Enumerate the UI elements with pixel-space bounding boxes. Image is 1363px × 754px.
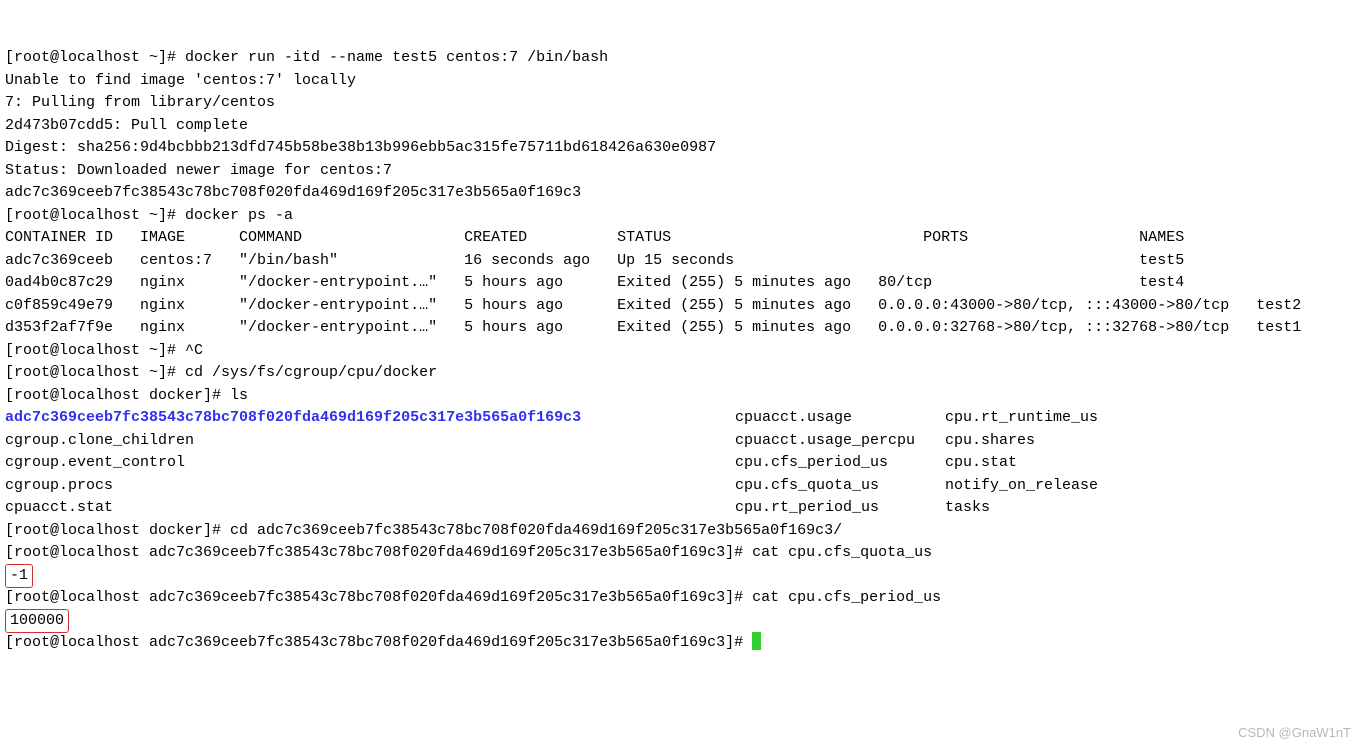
highlighted-value-period: 100000 bbox=[5, 609, 69, 634]
prompt: [root@localhost ~]# bbox=[5, 342, 185, 359]
output-digest: Digest: sha256:9d4bcbbb213dfd745b58be38b… bbox=[5, 139, 716, 156]
ps-row: d353f2af7f9e nginx "/docker-entrypoint.…… bbox=[5, 319, 1301, 336]
ls-file: cgroup.procs bbox=[5, 475, 735, 498]
command-ls: ls bbox=[230, 387, 248, 404]
prompt: [root@localhost docker]# bbox=[5, 387, 230, 404]
prompt: [root@localhost ~]# bbox=[5, 49, 185, 66]
prompt: [root@localhost adc7c369ceeb7fc38543c78b… bbox=[5, 589, 752, 606]
output-container-id: adc7c369ceeb7fc38543c78bc708f020fda469d1… bbox=[5, 184, 581, 201]
output-no-image: Unable to find image 'centos:7' locally bbox=[5, 72, 356, 89]
command-cd-cgroup: cd /sys/fs/cgroup/cpu/docker bbox=[185, 364, 437, 381]
ps-row: adc7c369ceeb centos:7 "/bin/bash" 16 sec… bbox=[5, 252, 1184, 269]
prompt: [root@localhost adc7c369ceeb7fc38543c78b… bbox=[5, 634, 752, 651]
ps-header: CONTAINER ID IMAGE COMMAND CREATED STATU… bbox=[5, 229, 1184, 246]
ls-file: cgroup.clone_children bbox=[5, 430, 735, 453]
watermark-text: CSDN @GnaW1nT bbox=[1238, 722, 1351, 745]
ls-file: cpu.rt_runtime_us bbox=[945, 407, 1098, 430]
ls-file: cpu.rt_period_us bbox=[735, 497, 945, 520]
prompt: [root@localhost ~]# bbox=[5, 207, 185, 224]
ls-directory-link: adc7c369ceeb7fc38543c78bc708f020fda469d1… bbox=[5, 407, 735, 430]
highlighted-value-quota: -1 bbox=[5, 564, 33, 589]
output-pull-from: 7: Pulling from library/centos bbox=[5, 94, 275, 111]
output-pull-layer: 2d473b07cdd5: Pull complete bbox=[5, 117, 248, 134]
command-cat-period: cat cpu.cfs_period_us bbox=[752, 589, 941, 606]
ls-file: cpuacct.stat bbox=[5, 497, 735, 520]
ls-output: adc7c369ceeb7fc38543c78bc708f020fda469d1… bbox=[5, 407, 1098, 520]
ls-file: cpu.shares bbox=[945, 430, 1035, 453]
terminal-output[interactable]: [root@localhost ~]# docker run -itd --na… bbox=[5, 47, 1358, 655]
command-docker-ps: docker ps -a bbox=[185, 207, 293, 224]
command-docker-run: docker run -itd --name test5 centos:7 /b… bbox=[185, 49, 608, 66]
ls-file: cpuacct.usage bbox=[735, 407, 945, 430]
command-cd-container: cd adc7c369ceeb7fc38543c78bc708f020fda46… bbox=[230, 522, 842, 539]
ls-file: cpuacct.usage_percpu bbox=[735, 430, 945, 453]
ls-file: notify_on_release bbox=[945, 475, 1098, 498]
prompt: [root@localhost adc7c369ceeb7fc38543c78b… bbox=[5, 544, 752, 561]
ls-file: cgroup.event_control bbox=[5, 452, 735, 475]
ls-file: tasks bbox=[945, 497, 990, 520]
command-cat-quota: cat cpu.cfs_quota_us bbox=[752, 544, 932, 561]
ps-row: c0f859c49e79 nginx "/docker-entrypoint.…… bbox=[5, 297, 1301, 314]
command-ctrl-c: ^C bbox=[185, 342, 203, 359]
cursor-icon[interactable] bbox=[752, 632, 761, 650]
ls-file: cpu.cfs_quota_us bbox=[735, 475, 945, 498]
prompt: [root@localhost docker]# bbox=[5, 522, 230, 539]
prompt: [root@localhost ~]# bbox=[5, 364, 185, 381]
ls-file: cpu.cfs_period_us bbox=[735, 452, 945, 475]
ls-file: cpu.stat bbox=[945, 452, 1017, 475]
output-status: Status: Downloaded newer image for cento… bbox=[5, 162, 392, 179]
ps-row: 0ad4b0c87c29 nginx "/docker-entrypoint.…… bbox=[5, 274, 1184, 291]
